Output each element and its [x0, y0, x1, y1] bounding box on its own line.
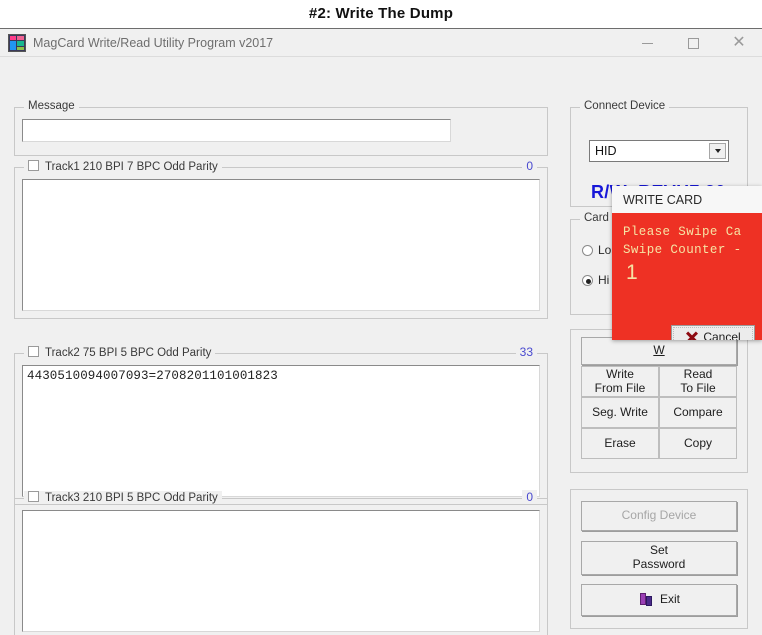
copy-button[interactable]: Copy — [659, 428, 737, 459]
track3-count: 0 — [522, 490, 537, 504]
track3-label-text: Track3 210 BPI 5 BPC Odd Parity — [45, 492, 218, 504]
swipe-counter-line: Swipe Counter - — [623, 243, 742, 257]
radio-lo-icon[interactable] — [582, 245, 593, 256]
x-mark-icon — [685, 330, 698, 340]
window-title: MagCard Write/Read Utility Program v2017 — [33, 36, 273, 50]
exit-door-icon — [638, 592, 654, 608]
write-button[interactable]: W — [581, 337, 737, 365]
window-client-area: Message Track1 210 BPI 7 BPC Odd Parity … — [0, 57, 762, 635]
chevron-down-icon[interactable] — [709, 143, 726, 159]
card-option-lo[interactable]: Lo — [582, 243, 611, 257]
screenshot-root: #2: Write The Dump MagCard Write/Read Ut… — [0, 0, 762, 635]
window-controls: ✕ — [624, 29, 762, 57]
read-to-file-button[interactable]: Read To File — [659, 366, 737, 397]
track2-group-label: Track2 75 BPI 5 BPC Odd Parity — [24, 346, 215, 359]
swipe-counter-value: 1 — [626, 261, 638, 285]
write-from-file-button[interactable]: Write From File — [581, 366, 659, 397]
card-option-hi-label: Hi — [598, 273, 609, 287]
track2-checkbox[interactable] — [28, 346, 39, 357]
connect-device-label: Connect Device — [580, 100, 669, 112]
message-input[interactable] — [22, 119, 451, 142]
device-select[interactable]: HID — [589, 140, 729, 162]
track3-checkbox[interactable] — [28, 491, 39, 502]
message-group-label: Message — [24, 100, 79, 112]
track2-count: 33 — [516, 345, 537, 359]
magcard-app-icon — [8, 34, 26, 52]
title-bar: MagCard Write/Read Utility Program v2017… — [0, 29, 762, 57]
track1-label-text: Track1 210 BPI 7 BPC Odd Parity — [45, 161, 218, 173]
cancel-button[interactable]: Cancel — [671, 325, 755, 340]
write-card-dialog: WRITE CARD Please Swipe Ca Swipe Counter… — [612, 186, 762, 340]
card-group-label: Card — [580, 212, 613, 224]
track3-group-label: Track3 210 BPI 5 BPC Odd Parity — [24, 491, 222, 504]
exit-button-label: Exit — [660, 593, 680, 607]
erase-button[interactable]: Erase — [581, 428, 659, 459]
radio-hi-icon[interactable] — [582, 275, 593, 286]
close-icon: ✕ — [732, 35, 745, 51]
track2-label-text: Track2 75 BPI 5 BPC Odd Parity — [45, 347, 211, 359]
maximize-button[interactable] — [670, 29, 716, 57]
seg-write-button[interactable]: Seg. Write — [581, 397, 659, 428]
figure-caption: #2: Write The Dump — [0, 0, 762, 26]
close-button[interactable]: ✕ — [716, 29, 762, 57]
set-password-button[interactable]: Set Password — [581, 541, 737, 575]
device-select-value: HID — [595, 144, 617, 158]
config-device-button[interactable]: Config Device — [581, 501, 737, 531]
card-option-lo-label: Lo — [598, 243, 611, 257]
card-option-hi[interactable]: Hi — [582, 273, 609, 287]
track2-textarea[interactable]: 4430510094007093=2708201101001823 — [22, 365, 540, 497]
track1-checkbox[interactable] — [28, 160, 39, 171]
track3-textarea[interactable] — [22, 510, 540, 632]
minimize-icon — [642, 43, 653, 44]
track1-count: 0 — [522, 159, 537, 173]
maximize-icon — [688, 38, 699, 49]
compare-button[interactable]: Compare — [659, 397, 737, 428]
track1-textarea[interactable] — [22, 179, 540, 311]
write-card-dialog-title: WRITE CARD — [612, 186, 762, 213]
exit-button[interactable]: Exit — [581, 584, 737, 616]
track1-group-label: Track1 210 BPI 7 BPC Odd Parity — [24, 160, 222, 173]
minimize-button[interactable] — [624, 29, 670, 57]
cancel-button-label: Cancel — [703, 330, 740, 341]
swipe-prompt-line: Please Swipe Ca — [623, 225, 742, 239]
write-card-dialog-body: Please Swipe Ca Swipe Counter - 1 Cancel — [612, 213, 762, 340]
write-button-label: W — [653, 344, 664, 358]
